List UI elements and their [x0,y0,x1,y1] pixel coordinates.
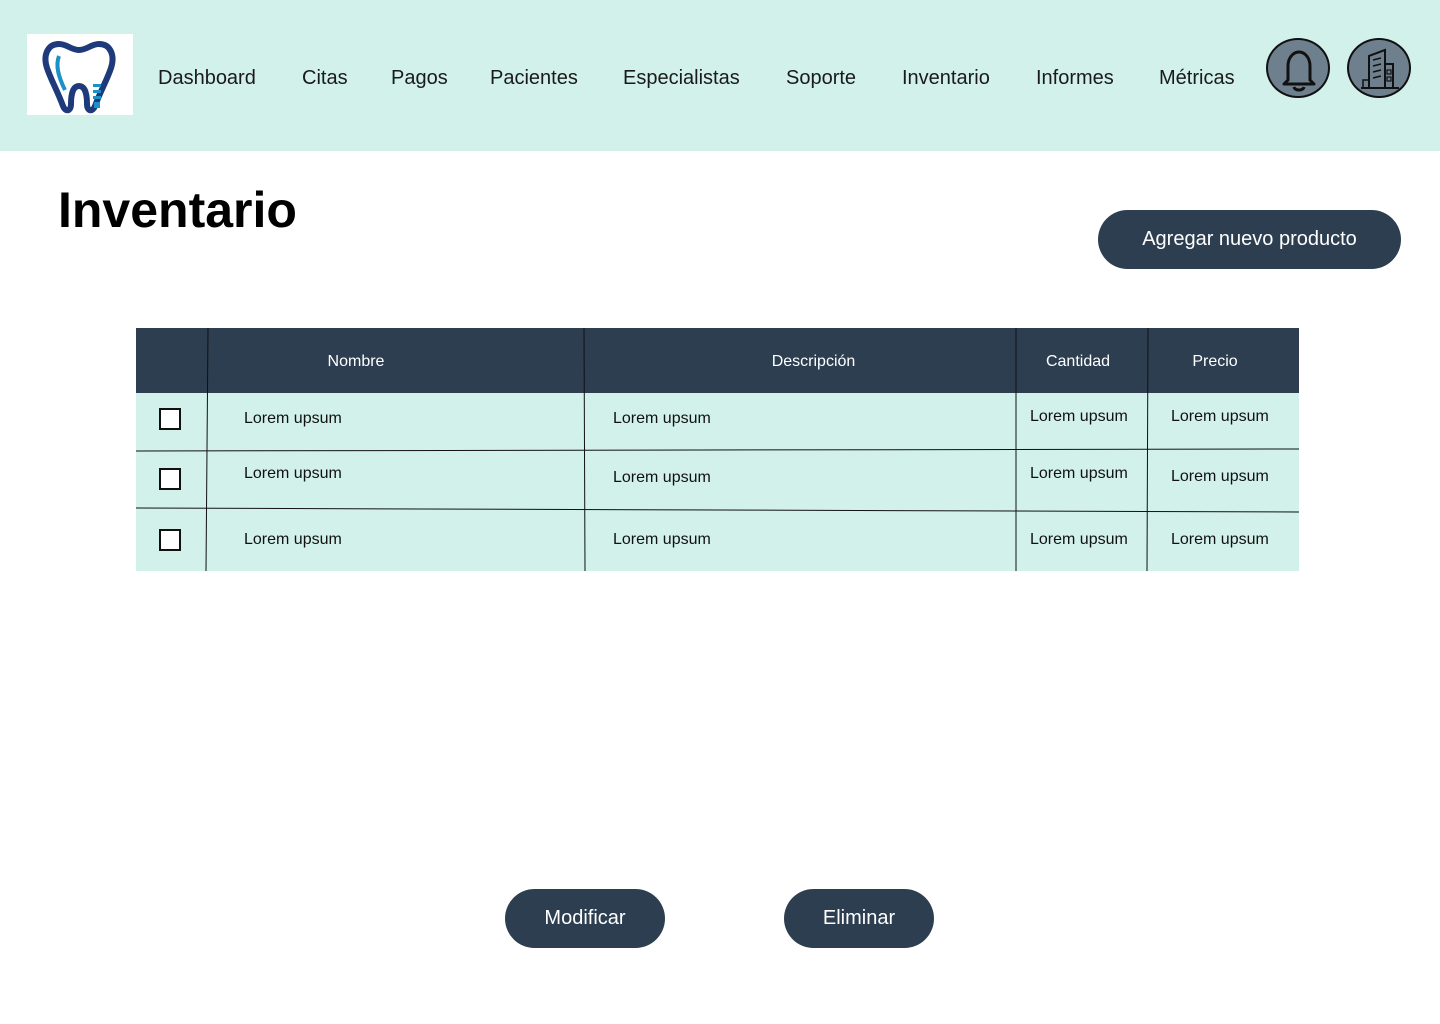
bell-icon [1282,50,1316,92]
delete-button[interactable]: Eliminar [784,889,934,948]
table-row[interactable]: Lorem upsum Lorem upsum Lorem upsum Lore… [136,450,1299,510]
top-header: Dashboard Citas Pagos Pacientes Especial… [0,0,1440,151]
table-row[interactable]: Lorem upsum Lorem upsum Lorem upsum Lore… [136,393,1299,450]
cell-descripcion: Lorem upsum [613,410,711,427]
cell-nombre: Lorem upsum [244,531,342,548]
row-checkbox[interactable] [159,529,181,551]
nav-inventario[interactable]: Inventario [902,64,990,92]
column-header-precio: Precio [1192,353,1238,370]
cell-precio: Lorem upsum [1171,408,1269,425]
tooth-logo-icon[interactable] [27,34,133,115]
cell-cantidad: Lorem upsum [1030,465,1128,482]
cell-cantidad: Lorem upsum [1030,408,1128,425]
cell-descripcion: Lorem upsum [613,531,711,548]
notifications-button[interactable] [1266,38,1330,98]
column-header-cantidad: Cantidad [1045,353,1111,370]
nav-soporte[interactable]: Soporte [786,64,856,92]
clinic-button[interactable] [1347,38,1411,98]
cell-precio: Lorem upsum [1171,531,1269,548]
building-icon [1361,48,1399,89]
column-header-nombre: Nombre [327,353,385,370]
nav-metricas[interactable]: Métricas [1159,64,1235,92]
row-checkbox[interactable] [159,408,181,430]
cell-precio: Lorem upsum [1171,468,1269,485]
nav-especialistas[interactable]: Especialistas [623,64,740,92]
inventory-table: Nombre Descripción Cantidad Precio Lorem… [136,328,1299,571]
cell-nombre: Lorem upsum [244,410,342,427]
cell-nombre: Lorem upsum [244,465,342,482]
nav-pagos[interactable]: Pagos [391,64,448,92]
cell-cantidad: Lorem upsum [1030,531,1128,548]
nav-informes[interactable]: Informes [1036,64,1114,92]
cell-descripcion: Lorem upsum [613,469,711,486]
column-header-descripcion: Descripción [771,353,856,370]
add-product-button[interactable]: Agregar nuevo producto [1098,210,1401,269]
table-row[interactable]: Lorem upsum Lorem upsum Lorem upsum Lore… [136,510,1299,571]
table-header: Nombre Descripción Cantidad Precio [136,328,1299,393]
nav-pacientes[interactable]: Pacientes [490,64,578,92]
nav-citas[interactable]: Citas [302,64,348,92]
row-checkbox[interactable] [159,468,181,490]
modify-button[interactable]: Modificar [505,889,665,948]
nav-dashboard[interactable]: Dashboard [158,64,256,92]
page-title: Inventario [58,182,297,238]
